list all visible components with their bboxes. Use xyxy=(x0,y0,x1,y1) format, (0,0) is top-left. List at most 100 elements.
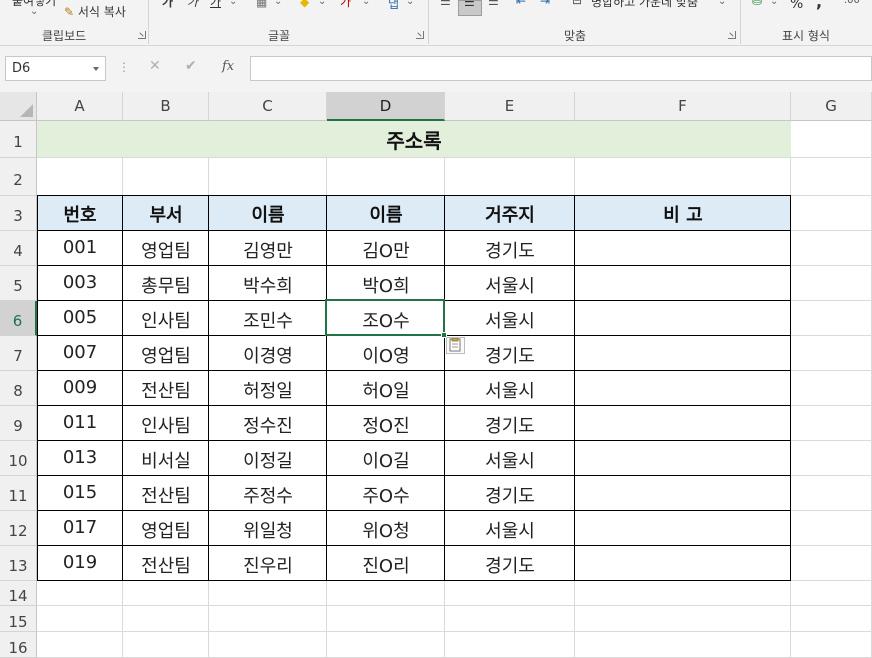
table-cell[interactable]: 주O수 xyxy=(327,482,445,508)
table-cell[interactable]: 003 xyxy=(37,272,123,293)
bold-button[interactable]: 가 xyxy=(162,0,173,10)
table-cell[interactable]: 서울시 xyxy=(445,272,575,298)
column-header-f[interactable]: F xyxy=(575,92,791,121)
column-header-b[interactable]: B xyxy=(123,92,209,121)
font-launcher-icon[interactable] xyxy=(416,31,424,39)
table-cell[interactable]: 007 xyxy=(37,342,123,363)
table-cell[interactable]: 이정길 xyxy=(209,447,327,473)
table-cell[interactable]: 총무팀 xyxy=(123,272,209,298)
table-cell[interactable]: 전산팀 xyxy=(123,552,209,578)
row-header-3[interactable]: 3 xyxy=(0,196,37,231)
formula-input[interactable] xyxy=(250,56,872,81)
table-cell[interactable]: 서울시 xyxy=(445,377,575,403)
table-cell[interactable]: 박O희 xyxy=(327,272,445,298)
table-cell[interactable]: 015 xyxy=(37,482,123,503)
table-cell[interactable]: 019 xyxy=(37,552,123,573)
border-dropdown-icon[interactable]: ⌄ xyxy=(274,0,282,7)
paste-dropdown-icon[interactable]: ⌄ xyxy=(30,6,38,17)
name-box-dropdown-icon[interactable] xyxy=(93,67,99,71)
table-cell[interactable]: 허정일 xyxy=(209,377,327,403)
phonetic-dropdown-icon[interactable]: ⌄ xyxy=(406,0,414,7)
table-cell[interactable]: 진O리 xyxy=(327,552,445,578)
row-header-9[interactable]: 9 xyxy=(0,406,37,441)
font-color-icon[interactable]: 가 xyxy=(340,0,351,10)
table-cell[interactable]: 영업팀 xyxy=(123,517,209,543)
table-cell[interactable]: 김영만 xyxy=(209,237,327,263)
insert-function-button[interactable]: fx xyxy=(222,59,234,74)
column-header-e[interactable]: E xyxy=(445,92,575,121)
row-header-1[interactable]: 1 xyxy=(0,121,37,158)
row-header-13[interactable]: 13 xyxy=(0,546,37,581)
table-cell[interactable]: 김O만 xyxy=(327,237,445,263)
table-cell[interactable]: 서울시 xyxy=(445,517,575,543)
active-cell-selection[interactable] xyxy=(325,299,445,336)
row-header-10[interactable]: 10 xyxy=(0,441,37,476)
comma-button[interactable]: , xyxy=(816,0,822,11)
accounting-format-icon[interactable]: ⛁ xyxy=(752,0,762,8)
italic-button[interactable]: 가 xyxy=(187,0,198,10)
align-left-icon[interactable]: ☰ xyxy=(440,0,451,8)
table-cell[interactable]: 전산팀 xyxy=(123,377,209,403)
table-cell[interactable]: 영업팀 xyxy=(123,342,209,368)
table-cell[interactable]: 이O길 xyxy=(327,447,445,473)
enter-icon[interactable]: ✔ xyxy=(185,58,197,74)
row-header-4[interactable]: 4 xyxy=(0,231,37,266)
table-cell[interactable]: 경기도 xyxy=(445,552,575,578)
cancel-icon[interactable]: ✕ xyxy=(149,58,161,74)
merge-center-icon[interactable]: ⊟ xyxy=(572,0,582,7)
fill-color-icon[interactable]: ◆ xyxy=(300,0,309,9)
increase-decimal-icon[interactable]: .00 xyxy=(844,0,860,6)
table-cell[interactable]: 경기도 xyxy=(445,237,575,263)
underline-dropdown-icon[interactable]: ⌄ xyxy=(229,0,237,7)
format-painter-button[interactable]: ✎ 서식 복사 xyxy=(64,3,126,20)
table-cell[interactable]: 경기도 xyxy=(445,412,575,438)
merge-dropdown-icon[interactable]: ⌄ xyxy=(718,0,726,7)
underline-button[interactable]: 가 xyxy=(210,0,221,10)
column-header-c[interactable]: C xyxy=(209,92,327,121)
border-icon[interactable]: ▦ xyxy=(256,0,267,9)
formula-bar-grip-icon[interactable]: ⋮ xyxy=(118,60,130,74)
table-cell[interactable]: 진우리 xyxy=(209,552,327,578)
decrease-indent-icon[interactable]: ⇤ xyxy=(516,0,526,8)
table-cell[interactable]: 017 xyxy=(37,517,123,538)
row-header-14[interactable]: 14 xyxy=(0,581,37,606)
table-cell[interactable]: 이경영 xyxy=(209,342,327,368)
paste-options-button[interactable] xyxy=(446,337,465,354)
alignment-launcher-icon[interactable] xyxy=(728,31,736,39)
row-header-16[interactable]: 16 xyxy=(0,632,37,658)
row-header-8[interactable]: 8 xyxy=(0,371,37,406)
table-cell[interactable]: 정수진 xyxy=(209,412,327,438)
worksheet-grid[interactable]: ABCDEFG 1 2 3 4 5 6 7 8 9 10 11 12 13 14 15 16 주소록 번호 부서 이… xyxy=(0,92,872,658)
table-cell[interactable]: 서울시 xyxy=(445,447,575,473)
table-cell[interactable]: 정O진 xyxy=(327,412,445,438)
select-all-button[interactable] xyxy=(0,92,37,121)
align-right-icon[interactable]: ☰ xyxy=(488,0,499,8)
row-header-6[interactable]: 6 xyxy=(0,301,37,336)
row-header-11[interactable]: 11 xyxy=(0,476,37,511)
column-header-g[interactable]: G xyxy=(791,92,872,121)
row-header-7[interactable]: 7 xyxy=(0,336,37,371)
table-cell[interactable]: 조민수 xyxy=(209,307,327,333)
table-cell[interactable]: 경기도 xyxy=(445,482,575,508)
table-cell[interactable]: 009 xyxy=(37,377,123,398)
table-cell[interactable]: 013 xyxy=(37,447,123,468)
table-cell[interactable]: 주정수 xyxy=(209,482,327,508)
table-cell[interactable]: 인사팀 xyxy=(123,307,209,333)
accounting-dropdown-icon[interactable]: ⌄ xyxy=(770,0,778,7)
row-header-5[interactable]: 5 xyxy=(0,266,37,301)
row-header-2[interactable]: 2 xyxy=(0,158,37,196)
name-box[interactable]: D6 xyxy=(5,56,106,81)
fill-color-dropdown-icon[interactable]: ⌄ xyxy=(318,0,326,7)
table-cell[interactable]: 박수희 xyxy=(209,272,327,298)
column-header-d[interactable]: D xyxy=(327,92,445,121)
table-cell[interactable]: 허O일 xyxy=(327,377,445,403)
clipboard-launcher-icon[interactable] xyxy=(138,31,146,39)
row-header-12[interactable]: 12 xyxy=(0,511,37,546)
merge-center-button[interactable]: 병합하고 가운데 맞춤 xyxy=(591,0,698,10)
table-cell[interactable]: 영업팀 xyxy=(123,237,209,263)
align-center-button[interactable]: ☰ xyxy=(458,0,482,16)
row-header-15[interactable]: 15 xyxy=(0,606,37,632)
table-cell[interactable]: 005 xyxy=(37,307,123,328)
table-cell[interactable]: 위일청 xyxy=(209,517,327,543)
table-cell[interactable]: 001 xyxy=(37,237,123,258)
